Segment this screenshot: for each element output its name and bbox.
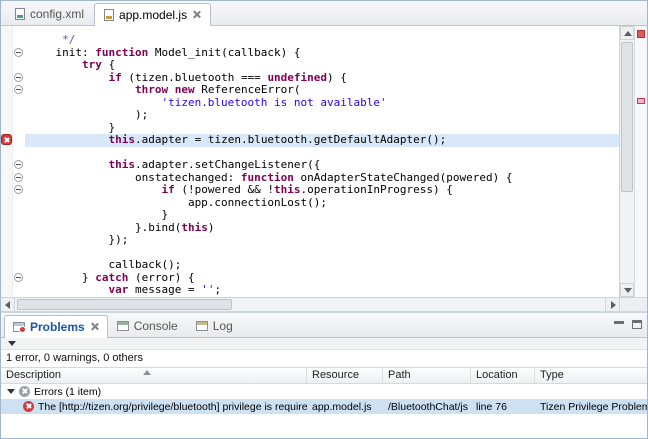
view-menu-row (1, 338, 647, 350)
errors-group-icon (19, 386, 30, 397)
bottom-tabbar: Problems Console Log (1, 313, 647, 338)
expand-toggle-icon[interactable] (7, 389, 15, 394)
column-header-resource[interactable]: Resource (307, 368, 383, 383)
maximize-icon[interactable] (631, 319, 643, 330)
sort-indicator-icon (143, 370, 151, 375)
problem-resource: app.model.js (307, 399, 383, 414)
overview-status-error-icon[interactable] (637, 30, 645, 38)
problem-location: line 76 (471, 399, 535, 414)
scrollbar-corner (619, 298, 647, 311)
tab-label: Console (134, 319, 178, 333)
fold-collapse-icon[interactable] (14, 273, 23, 282)
fold-collapse-icon[interactable] (14, 160, 23, 169)
vertical-scrollbar[interactable] (619, 26, 634, 297)
tab-problems[interactable]: Problems (4, 315, 108, 338)
minimize-icon[interactable] (613, 319, 625, 330)
problem-description: The [http://tizen.org/privilege/bluetoot… (38, 401, 307, 413)
problems-summary: 1 error, 0 warnings, 0 others (1, 350, 647, 367)
problems-view-icon (13, 322, 25, 332)
view-window-buttons (613, 319, 643, 330)
problems-empty-area (1, 414, 647, 438)
scroll-right-icon[interactable] (605, 298, 619, 311)
error-icon (23, 401, 34, 412)
ide-window: config.xml app.model.js */ init: functio… (0, 0, 648, 439)
xml-file-icon (15, 8, 25, 20)
error-annotation-icon[interactable] (1, 134, 12, 145)
code-area[interactable]: */ init: function Model_init(callback) {… (25, 26, 619, 297)
code-line[interactable]: init: function Model_init(callback) { (29, 47, 619, 60)
tab-label: Problems (30, 320, 85, 334)
errors-group-label: Errors (1 item) (34, 386, 101, 398)
code-lines: */ init: function Model_init(callback) {… (29, 34, 619, 297)
overview-ruler[interactable] (634, 26, 647, 297)
scroll-up-icon[interactable] (620, 26, 634, 40)
problem-path: /BluetoothChat/js (383, 399, 471, 414)
tab-label: app.model.js (119, 8, 187, 22)
fold-collapse-icon[interactable] (14, 185, 23, 194)
annotation-ruler[interactable] (1, 26, 13, 297)
problems-view: Problems Console Log 1 error, 0 warnings… (1, 313, 647, 438)
horizontal-scroll-thumb[interactable] (17, 299, 232, 310)
code-line[interactable]: ); (29, 109, 619, 122)
editor-tabbar: config.xml app.model.js (1, 1, 647, 26)
column-header-description[interactable]: Description (1, 368, 307, 383)
close-tab-icon[interactable] (192, 10, 201, 19)
log-view-icon (196, 321, 208, 331)
scroll-down-icon[interactable] (620, 283, 634, 297)
code-line[interactable]: var message = ''; (29, 284, 619, 297)
tab-label: config.xml (30, 7, 84, 21)
fold-collapse-icon[interactable] (14, 173, 23, 182)
problem-type: Tizen Privilege Problem (535, 399, 647, 414)
code-editor: */ init: function Model_init(callback) {… (1, 26, 647, 297)
problems-table-header: Description Resource Path Location Type (1, 367, 647, 384)
errors-group-row[interactable]: Errors (1 item) (1, 384, 647, 399)
console-view-icon (117, 321, 129, 331)
code-line[interactable]: }); (29, 234, 619, 247)
vertical-scroll-thumb[interactable] (621, 42, 633, 192)
fold-collapse-icon[interactable] (14, 85, 23, 94)
scroll-left-icon[interactable] (1, 298, 15, 311)
fold-collapse-icon[interactable] (14, 73, 23, 82)
fold-collapse-icon[interactable] (14, 48, 23, 57)
problem-row[interactable]: The [http://tizen.org/privilege/bluetoot… (1, 399, 647, 414)
js-file-icon (104, 9, 114, 21)
tab-log[interactable]: Log (187, 314, 242, 337)
tab-label: Log (213, 319, 233, 333)
overview-error-marker[interactable] (637, 98, 645, 104)
column-header-path[interactable]: Path (383, 368, 471, 383)
view-menu-icon[interactable] (8, 341, 16, 346)
fold-ruler[interactable] (13, 26, 25, 297)
horizontal-scrollbar[interactable] (1, 297, 647, 311)
column-header-type[interactable]: Type (535, 368, 647, 383)
code-line[interactable]: this.adapter = tizen.bluetooth.getDefaul… (25, 134, 619, 147)
close-tab-icon[interactable] (90, 322, 99, 331)
column-header-location[interactable]: Location (471, 368, 535, 383)
tab-app-model-js[interactable]: app.model.js (94, 3, 211, 26)
tab-config-xml[interactable]: config.xml (5, 2, 94, 25)
horizontal-scroll-track[interactable] (15, 298, 605, 311)
tab-console[interactable]: Console (108, 314, 187, 337)
